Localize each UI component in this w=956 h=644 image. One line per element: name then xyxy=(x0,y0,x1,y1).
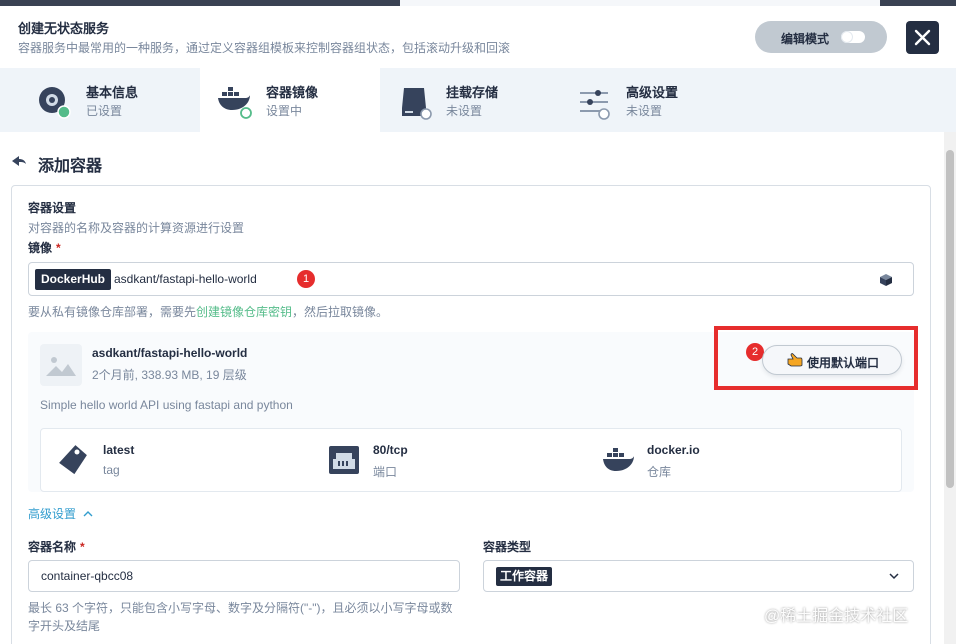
docker-icon xyxy=(603,448,634,471)
advanced-settings-toggle[interactable]: 高级设置 xyxy=(28,505,93,522)
container-name-label: 容器名称 * xyxy=(28,538,85,555)
edit-mode-label: 编辑模式 xyxy=(781,32,830,46)
info-value: docker.io xyxy=(647,443,700,457)
step-state: 未设置 xyxy=(446,104,483,118)
use-default-port-label: 使用默认端口 xyxy=(807,356,880,370)
step-state: 未设置 xyxy=(626,104,663,118)
chevron-up-icon xyxy=(83,511,93,517)
container-type-label: 容器类型 xyxy=(483,540,532,554)
step-name: 高级设置 xyxy=(626,85,679,100)
container-type-value: 工作容器 xyxy=(496,567,553,586)
section-description: 对容器的名称及容器的计算资源进行设置 xyxy=(28,221,245,235)
info-key: 仓库 xyxy=(647,465,672,479)
step-state: 已设置 xyxy=(86,104,123,118)
info-key: 端口 xyxy=(373,465,398,479)
image-icon xyxy=(46,357,76,376)
wizard-steps: 基本信息 已设置 容器镜像 设置中 挂载存储 未设置 高级设置 未设置 xyxy=(0,68,956,132)
container-type-select[interactable]: 工作容器 xyxy=(483,560,914,592)
use-default-port-button[interactable]: 使用默认端口 xyxy=(762,345,902,375)
watermark: @稀土掘金技术社区 xyxy=(764,608,909,625)
close-button[interactable] xyxy=(906,21,939,54)
hint-prefix: 要从私有镜像仓库部署，需要先 xyxy=(28,305,197,319)
private-registry-hint: 要从私有镜像仓库部署，需要先创建镜像仓库密钥，然后拉取镜像。 xyxy=(28,303,388,320)
info-value: 80/tcp xyxy=(373,443,408,457)
scrollbar-thumb[interactable] xyxy=(946,150,954,488)
image-description: Simple hello world API using fastapi and… xyxy=(40,398,293,412)
image-name: asdkant/fastapi-hello-world xyxy=(92,346,248,360)
page-title: 添加容器 xyxy=(38,158,103,175)
docker-icon xyxy=(218,87,252,119)
back-arrow-icon xyxy=(12,156,26,166)
image-info-box: latest tag 80/tcp 端口 docker.io 仓库 xyxy=(40,428,902,492)
info-key: tag xyxy=(103,463,120,477)
modal-header: 创建无状态服务 容器服务中最常用的一种服务，通过定义容器组模板来控制容器组状态，… xyxy=(0,6,956,68)
tab-basic-info[interactable]: 基本信息 已设置 xyxy=(0,68,180,132)
container-name-value: container-qbcc08 xyxy=(41,569,134,583)
storage-icon xyxy=(402,88,432,120)
scrollbar[interactable] xyxy=(944,132,956,644)
step-state: 设置中 xyxy=(266,104,303,118)
image-value: asdkant/fastapi-hello-world xyxy=(114,272,257,286)
chevron-down-icon xyxy=(889,573,899,580)
tab-mount-storage[interactable]: 挂载存储 未设置 xyxy=(380,68,560,132)
step-name: 挂载存储 xyxy=(446,85,499,100)
close-icon xyxy=(914,29,931,46)
tag-icon xyxy=(59,445,87,475)
hand-pointer-icon xyxy=(787,353,803,367)
create-secret-link[interactable]: 创建镜像仓库密钥 xyxy=(196,305,292,319)
image-placeholder-icon xyxy=(40,344,82,386)
toggle-switch[interactable] xyxy=(841,31,865,43)
section-title: 容器设置 xyxy=(28,201,77,215)
tab-advanced-settings[interactable]: 高级设置 未设置 xyxy=(560,68,740,132)
basic-info-icon xyxy=(39,87,71,119)
container-name-field[interactable]: container-qbcc08 xyxy=(28,560,460,592)
modal-title: 创建无状态服务 xyxy=(18,21,110,36)
image-label: 镜像 * xyxy=(28,239,61,256)
image-label-text: 镜像 xyxy=(28,241,53,255)
required-mark: * xyxy=(80,540,85,554)
container-name-help: 最长 63 个字符，只能包含小写字母、数字及分隔符("-")，且必须以小写字母或… xyxy=(28,601,453,633)
advanced-toggle-label: 高级设置 xyxy=(28,507,77,521)
edit-mode-toggle[interactable]: 编辑模式 xyxy=(755,21,887,53)
registry-tag[interactable]: DockerHub xyxy=(35,269,112,290)
annotation-badge-1: 1 xyxy=(297,270,315,288)
step-name: 容器镜像 xyxy=(266,85,319,100)
image-input[interactable]: DockerHub asdkant/fastapi-hello-world 1 xyxy=(28,262,914,296)
modal-subtitle: 容器服务中最常用的一种服务，通过定义容器组模板来控制容器组状态，包括滚动升级和回… xyxy=(18,41,511,55)
cube-icon[interactable] xyxy=(879,273,893,287)
container-name-label-text: 容器名称 xyxy=(28,540,77,554)
container-settings-panel: 容器设置 对容器的名称及容器的计算资源进行设置 镜像 * DockerHub as… xyxy=(11,185,931,644)
step-name: 基本信息 xyxy=(86,85,139,100)
required-mark: * xyxy=(56,241,61,255)
info-value: latest xyxy=(103,443,135,457)
sliders-icon xyxy=(580,90,610,120)
tab-container-image[interactable]: 容器镜像 设置中 xyxy=(200,68,380,132)
port-icon xyxy=(329,446,359,474)
hint-suffix: ，然后拉取镜像。 xyxy=(292,305,389,319)
image-meta: 2个月前, 338.93 MB, 19 层级 xyxy=(92,368,247,382)
main-content: 添加容器 容器设置 对容器的名称及容器的计算资源进行设置 镜像 * DockerH… xyxy=(0,132,944,644)
